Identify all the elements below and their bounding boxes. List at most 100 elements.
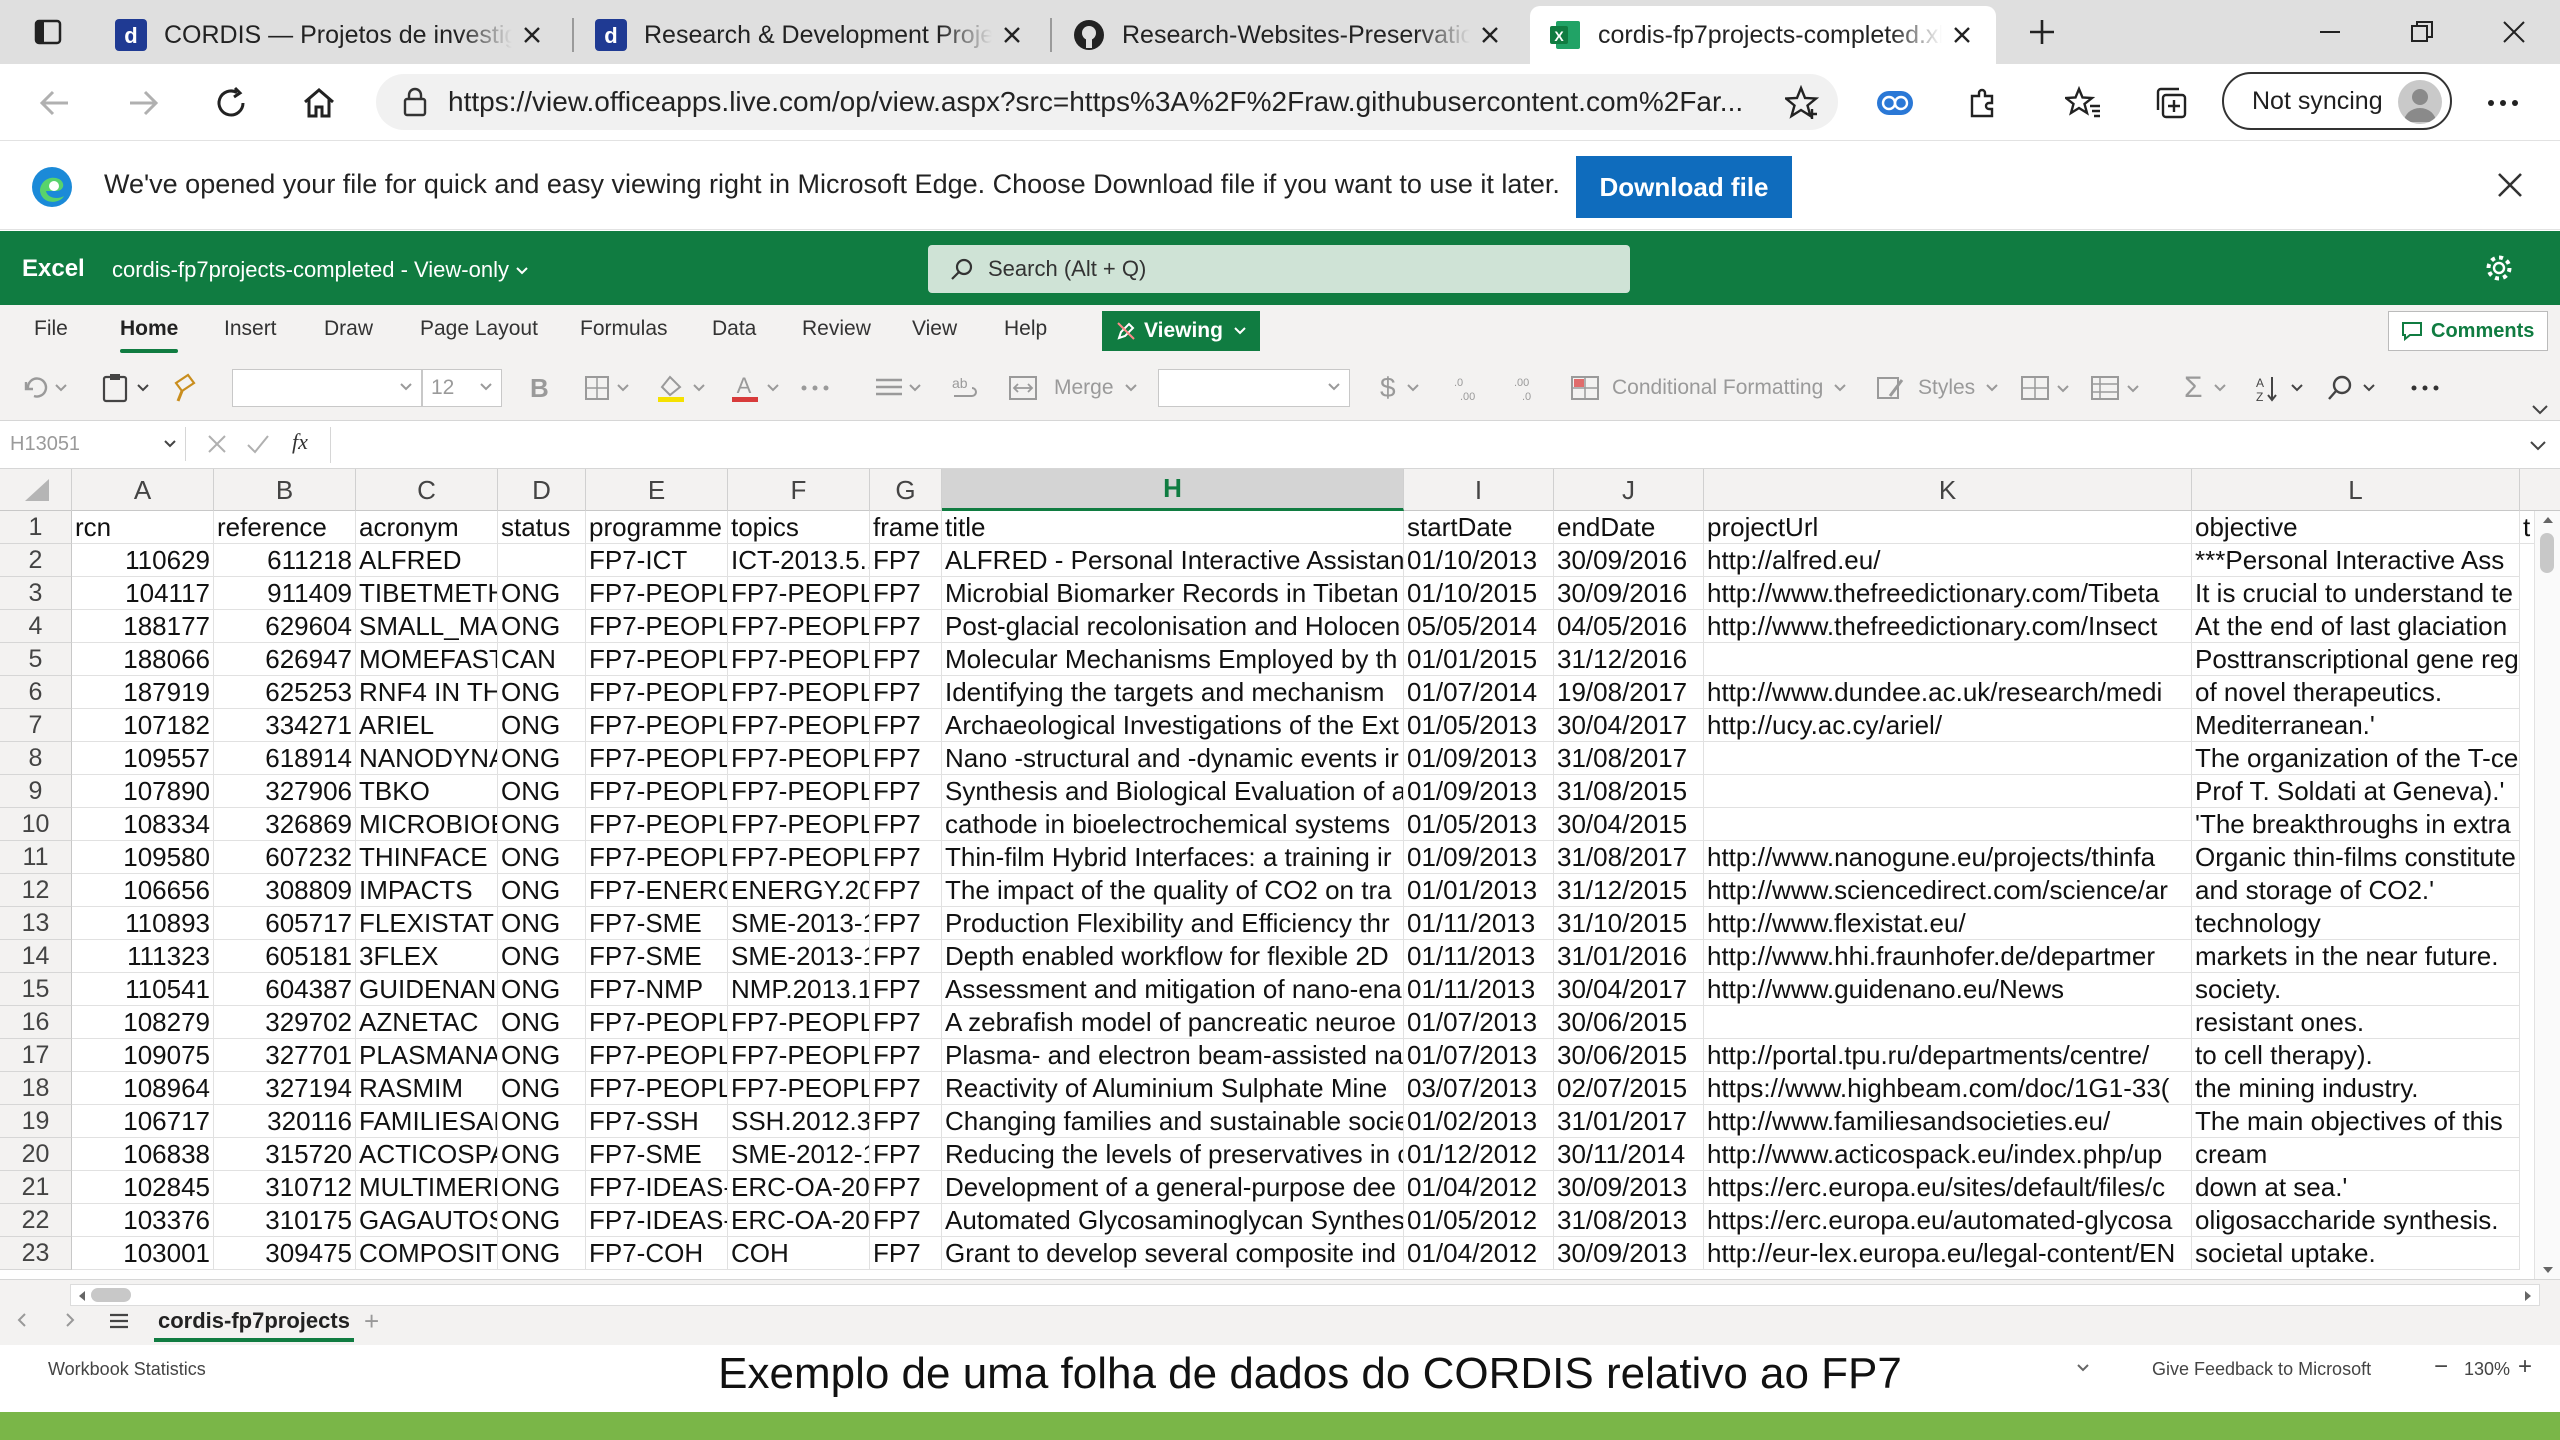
table-cell[interactable]: 109075 bbox=[72, 1039, 214, 1072]
table-cell[interactable]: FP7 bbox=[870, 676, 942, 709]
table-cell[interactable]: the mining industry. bbox=[2192, 1072, 2520, 1105]
search-input[interactable]: Search (Alt + Q) bbox=[928, 245, 1630, 293]
table-cell[interactable]: ONG bbox=[498, 1204, 586, 1237]
vertical-scrollbar[interactable] bbox=[2534, 511, 2560, 1279]
table-cell[interactable]: 30/09/2013 bbox=[1554, 1237, 1704, 1270]
add-sheet-button[interactable]: + bbox=[364, 1306, 379, 1337]
table-cell[interactable]: 05/05/2014 bbox=[1404, 610, 1554, 643]
bold-icon[interactable]: B bbox=[530, 369, 549, 407]
table-cell[interactable]: 605181 bbox=[214, 940, 356, 973]
table-cell[interactable]: The organization of the T-ce bbox=[2192, 742, 2520, 775]
scroll-up-icon[interactable] bbox=[2541, 515, 2555, 525]
check-icon[interactable] bbox=[246, 433, 270, 455]
table-cell[interactable]: Development of a general-purpose dee bbox=[942, 1171, 1404, 1204]
table-cell[interactable]: FAMILIESAN bbox=[356, 1105, 498, 1138]
select-all-corner[interactable] bbox=[0, 469, 72, 511]
table-cell[interactable]: ONG bbox=[498, 841, 586, 874]
table-cell[interactable]: 110541 bbox=[72, 973, 214, 1006]
table-cell[interactable]: FP7-PEOPLE bbox=[586, 1039, 728, 1072]
table-cell[interactable]: ARIEL bbox=[356, 709, 498, 742]
table-cell[interactable]: 605717 bbox=[214, 907, 356, 940]
undo-icon[interactable] bbox=[24, 369, 68, 407]
table-cell[interactable]: ENERGY.201 bbox=[728, 874, 870, 907]
table-cell[interactable]: Depth enabled workflow for flexible 2D bbox=[942, 940, 1404, 973]
column-header[interactable]: C bbox=[356, 469, 498, 511]
table-cell[interactable]: ONG bbox=[498, 1171, 586, 1204]
table-cell[interactable]: 611218 bbox=[214, 544, 356, 577]
table-cell[interactable]: FP7 bbox=[870, 1039, 942, 1072]
table-cell[interactable]: FP7 bbox=[870, 643, 942, 676]
table-cell[interactable]: The impact of the quality of CO2 on tra bbox=[942, 874, 1404, 907]
table-cell[interactable]: https://erc.europa.eu/automated-glycosa bbox=[1704, 1204, 2192, 1237]
file-name[interactable]: cordis-fp7projects-completed - View-only bbox=[112, 257, 529, 283]
table-cell[interactable]: ONG bbox=[498, 808, 586, 841]
table-cell[interactable]: 01/10/2015 bbox=[1404, 577, 1554, 610]
table-cell[interactable]: 108964 bbox=[72, 1072, 214, 1105]
browser-tab-excel[interactable]: X cordis-fp7projects-completed.xlsx bbox=[1530, 6, 1996, 64]
table-cell[interactable]: MOMEFAST bbox=[356, 643, 498, 676]
table-cell[interactable]: http://www.familiesandsocieties.eu/ bbox=[1704, 1105, 2192, 1138]
table-cell[interactable]: SMALL_MA bbox=[356, 610, 498, 643]
table-cell[interactable]: 310175 bbox=[214, 1204, 356, 1237]
table-cell[interactable]: 618914 bbox=[214, 742, 356, 775]
table-cell[interactable]: 103001 bbox=[72, 1237, 214, 1270]
merge-icon[interactable] bbox=[1008, 369, 1038, 407]
row-header[interactable]: 2 bbox=[0, 544, 72, 577]
row-header[interactable]: 23 bbox=[0, 1237, 72, 1270]
table-cell[interactable]: ONG bbox=[498, 940, 586, 973]
download-file-button[interactable]: Download file bbox=[1576, 156, 1792, 218]
tab-home[interactable]: Home bbox=[120, 317, 179, 353]
table-cell[interactable]: Microbial Biomarker Records in Tibetan bbox=[942, 577, 1404, 610]
tab-actions-icon[interactable] bbox=[6, 0, 90, 64]
table-cell[interactable]: to cell therapy). bbox=[2192, 1039, 2520, 1072]
collections-icon[interactable] bbox=[2146, 78, 2196, 128]
tab-insert[interactable]: Insert bbox=[224, 317, 277, 341]
row-header[interactable]: 3 bbox=[0, 577, 72, 610]
font-name-select[interactable] bbox=[232, 369, 422, 407]
table-cell[interactable]: 326869 bbox=[214, 808, 356, 841]
browser-tab-github[interactable]: Research-Websites-Preservation/ bbox=[1054, 6, 1524, 64]
header-cell[interactable]: rcn bbox=[72, 511, 214, 544]
table-cell[interactable]: 31/01/2016 bbox=[1554, 940, 1704, 973]
insert-cells-icon[interactable] bbox=[2020, 369, 2076, 407]
table-cell[interactable]: https://www.highbeam.com/doc/1G1-33( bbox=[1704, 1072, 2192, 1105]
table-cell[interactable]: 01/10/2013 bbox=[1404, 544, 1554, 577]
tab-draw[interactable]: Draw bbox=[324, 317, 373, 341]
table-cell[interactable]: 106717 bbox=[72, 1105, 214, 1138]
table-cell[interactable]: Posttranscriptional gene reg bbox=[2192, 643, 2520, 676]
row-header[interactable]: 20 bbox=[0, 1138, 72, 1171]
header-cell[interactable]: frame bbox=[870, 511, 942, 544]
table-cell[interactable]: 01/07/2013 bbox=[1404, 1006, 1554, 1039]
restore-icon[interactable] bbox=[2378, 0, 2466, 64]
header-cell[interactable]: status bbox=[498, 511, 586, 544]
table-cell[interactable]: cathode in bioelectrochemical systems bbox=[942, 808, 1404, 841]
table-cell[interactable]: FP7-PEOPLE bbox=[728, 742, 870, 775]
table-cell[interactable]: and storage of CO2.' bbox=[2192, 874, 2520, 907]
table-cell[interactable]: http://portal.tpu.ru/departments/centre/ bbox=[1704, 1039, 2192, 1072]
tab-data[interactable]: Data bbox=[712, 317, 756, 341]
table-cell[interactable]: THINFACE bbox=[356, 841, 498, 874]
scroll-thumb[interactable] bbox=[2540, 533, 2554, 573]
table-cell[interactable]: http://alfred.eu/ bbox=[1704, 544, 2192, 577]
table-cell[interactable]: ACTICOSPAC bbox=[356, 1138, 498, 1171]
tab-page-layout[interactable]: Page Layout bbox=[420, 317, 538, 341]
table-cell[interactable]: FP7 bbox=[870, 742, 942, 775]
table-cell[interactable]: Post-glacial recolonisation and Holocen bbox=[942, 610, 1404, 643]
table-cell[interactable]: FP7-PEOPLE bbox=[728, 643, 870, 676]
table-cell[interactable]: http://www.flexistat.eu/ bbox=[1704, 907, 2192, 940]
merge-button[interactable]: Merge bbox=[1054, 369, 1138, 407]
table-cell[interactable]: 103376 bbox=[72, 1204, 214, 1237]
table-cell[interactable]: society. bbox=[2192, 973, 2520, 1006]
table-cell[interactable]: 308809 bbox=[214, 874, 356, 907]
table-cell[interactable]: FP7 bbox=[870, 544, 942, 577]
table-cell[interactable]: ONG bbox=[498, 610, 586, 643]
wrap-text-icon[interactable]: ab bbox=[950, 369, 980, 407]
table-cell[interactable]: 102845 bbox=[72, 1171, 214, 1204]
table-cell[interactable]: 327906 bbox=[214, 775, 356, 808]
table-cell[interactable]: http://www.dundee.ac.uk/research/medi bbox=[1704, 676, 2192, 709]
header-cell[interactable]: reference bbox=[214, 511, 356, 544]
close-icon[interactable] bbox=[2496, 171, 2524, 199]
row-header[interactable]: 22 bbox=[0, 1204, 72, 1237]
table-cell[interactable]: 30/09/2013 bbox=[1554, 1171, 1704, 1204]
tab-review[interactable]: Review bbox=[802, 317, 871, 341]
